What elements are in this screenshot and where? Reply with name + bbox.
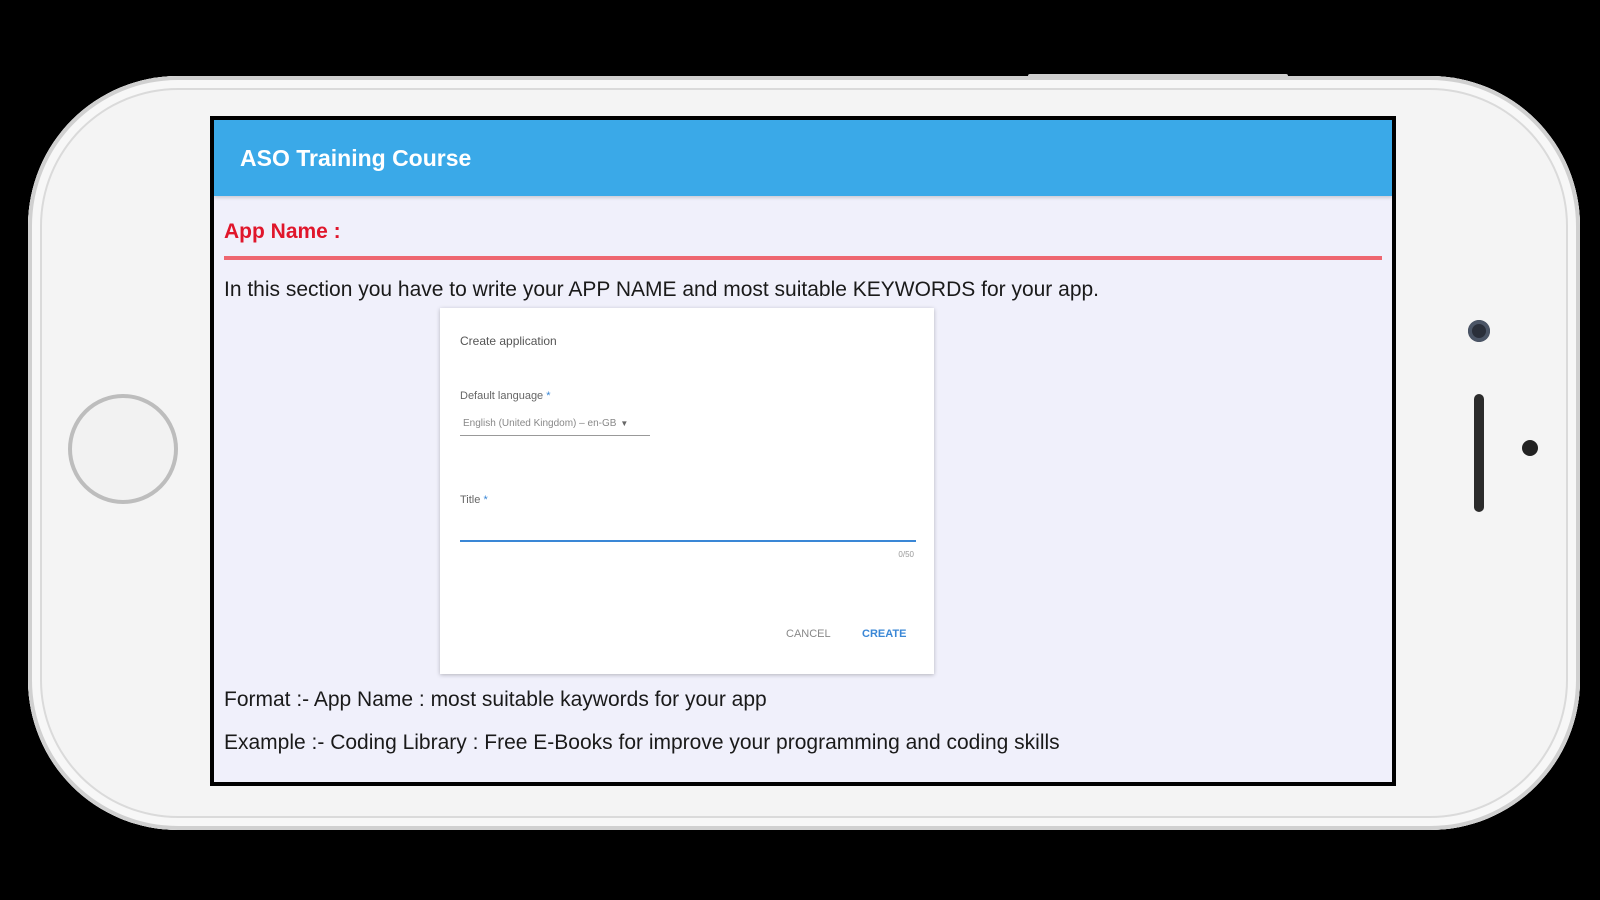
title-label-text: Title: [460, 494, 481, 506]
required-marker: *: [546, 390, 551, 402]
app-bar: ASO Training Course: [214, 120, 1392, 196]
title-label: Title *: [460, 494, 488, 506]
front-camera-icon: [1468, 320, 1490, 342]
title-input[interactable]: [460, 514, 916, 542]
section-description: In this section you have to write your A…: [224, 278, 1100, 301]
earpiece-speaker: [1474, 394, 1484, 512]
dialog-title: Create application: [460, 334, 557, 348]
proximity-sensor: [1522, 440, 1538, 456]
create-button[interactable]: CREATE: [858, 626, 910, 642]
default-language-select[interactable]: English (United Kingdom) – en-GB ▼: [460, 412, 650, 436]
default-language-label: Default language *: [460, 390, 551, 402]
section-heading: App Name :: [224, 220, 341, 243]
app-title: ASO Training Course: [240, 144, 472, 171]
example-text: Example :- Coding Library : Free E-Books…: [224, 731, 1060, 754]
required-marker: *: [483, 494, 488, 506]
format-text: Format :- App Name : most suitable kaywo…: [224, 688, 767, 711]
section-divider: [224, 256, 1382, 260]
chevron-down-icon: ▼: [620, 419, 629, 428]
cancel-button[interactable]: CANCEL: [782, 626, 835, 642]
default-language-label-text: Default language: [460, 390, 544, 402]
home-button[interactable]: [68, 394, 178, 504]
app-content: ASO Training Course App Name : In this s…: [214, 120, 1392, 782]
title-char-counter: 0/50: [898, 550, 914, 559]
default-language-value: English (United Kingdom) – en-GB: [463, 418, 617, 429]
create-application-dialog: Create application Default language * En…: [440, 308, 934, 674]
phone-top-edge: [1028, 74, 1288, 78]
phone-screen: ASO Training Course App Name : In this s…: [210, 116, 1396, 786]
